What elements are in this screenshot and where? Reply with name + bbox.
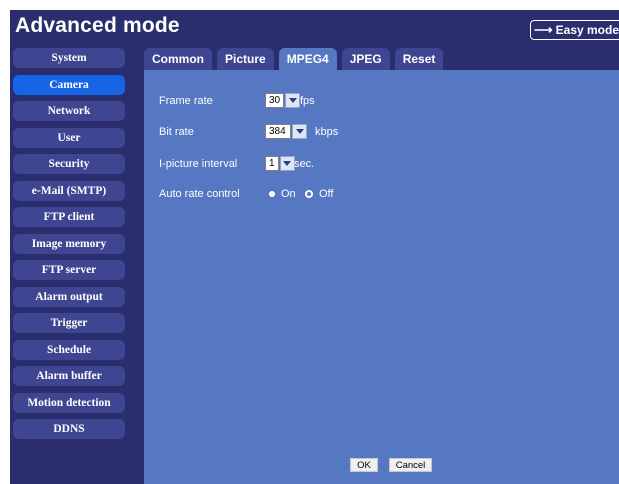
app-window: Advanced mode ⟶ Easy mode System Camera … [10,10,619,484]
frame-rate-select[interactable]: 30 [265,93,301,108]
auto-rate-control-row: Auto rate control [159,185,240,203]
frame-rate-row: Frame rate [159,92,213,110]
sidebar-item-ftp-client[interactable]: FTP client [13,207,125,227]
bit-rate-value: 384 [265,124,291,139]
ok-button[interactable]: OK [350,458,378,472]
page-title: Advanced mode [15,14,180,37]
sidebar-item-email-smtp[interactable]: e-Mail (SMTP) [13,180,125,201]
frame-rate-unit: fps [300,95,315,107]
tab-picture[interactable]: Picture [217,48,274,70]
arrow-right-icon: ⟶ [534,22,553,37]
sidebar-item-ddns[interactable]: DDNS [13,419,125,439]
sidebar-item-motion-detection[interactable]: Motion detection [13,392,125,413]
sidebar-item-camera[interactable]: Camera [13,74,125,95]
sidebar-item-network[interactable]: Network [13,101,125,121]
bit-rate-unit: kbps [315,126,339,138]
auto-rate-on-radio[interactable]: On [269,188,296,200]
i-picture-interval-label: I-picture interval [159,158,238,170]
easy-mode-label: Easy mode [555,23,619,37]
bit-rate-row: Bit rate [159,123,194,141]
sidebar-item-trigger[interactable]: Trigger [13,313,125,333]
sidebar-item-user[interactable]: User [13,127,125,148]
action-buttons: OK Cancel [350,458,432,472]
chevron-down-icon[interactable] [292,124,307,139]
i-picture-interval-value: 1 [265,156,279,171]
auto-rate-on-label: On [281,188,296,200]
frame-rate-label: Frame rate [159,95,213,107]
sidebar-item-alarm-buffer[interactable]: Alarm buffer [13,366,125,386]
tab-common[interactable]: Common [144,48,212,70]
bit-rate-select[interactable]: 384 [265,124,307,139]
tab-jpeg[interactable]: JPEG [341,48,390,70]
sidebar-item-image-memory[interactable]: Image memory [13,233,125,254]
auto-rate-off-radio[interactable]: Off [305,188,333,200]
bit-rate-label: Bit rate [159,126,194,138]
auto-rate-control-label: Auto rate control [159,188,240,200]
tab-bar: Common Picture MPEG4 JPEG Reset [144,48,448,70]
i-picture-interval-row: I-picture interval [159,155,237,173]
i-picture-interval-unit: sec. [294,158,315,170]
radio-selected-icon [305,190,313,198]
sidebar-item-system[interactable]: System [13,48,125,68]
cancel-button[interactable]: Cancel [389,458,432,472]
radio-unselected-icon [269,191,275,197]
i-picture-interval-select[interactable]: 1 [265,156,295,171]
chevron-down-icon[interactable] [285,93,301,108]
settings-panel: Frame rate 30 fps Bit rate 384 kbps I-pi… [144,70,619,484]
chevron-down-icon[interactable] [279,156,295,171]
tab-mpeg4[interactable]: MPEG4 [278,48,337,70]
easy-mode-button[interactable]: ⟶ Easy mode [530,20,619,40]
sidebar-item-alarm-output[interactable]: Alarm output [13,286,125,307]
sidebar-item-ftp-server[interactable]: FTP server [13,260,125,280]
sidebar-item-schedule[interactable]: Schedule [13,339,125,360]
frame-rate-value: 30 [265,93,285,108]
sidebar-item-security[interactable]: Security [13,154,125,174]
sidebar: System Camera Network User Security e-Ma… [13,48,125,446]
tab-reset[interactable]: Reset [394,48,444,70]
auto-rate-off-label: Off [319,188,334,200]
